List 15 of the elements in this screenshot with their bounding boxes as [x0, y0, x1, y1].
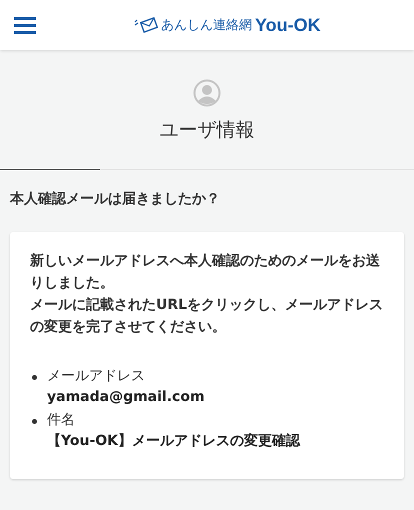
item-value: yamada@gmail.com	[47, 388, 205, 407]
page-title: ユーザ情報	[160, 118, 254, 143]
bullet-icon	[32, 375, 37, 380]
bullet-icon	[32, 419, 37, 424]
user-icon	[193, 79, 221, 107]
logo-brand: You-OK	[255, 14, 321, 36]
envelope-icon	[134, 17, 158, 33]
question-heading: 本人確認メールは届きましたか？	[8, 190, 221, 209]
item-value: 【You-OK】メールアドレスの変更確認	[47, 432, 300, 451]
logo-text: あんしん連絡網	[161, 17, 252, 34]
message-text: 新しいメールアドレスへ本人確認のためのメールをお送りしました。	[30, 252, 381, 293]
item-label: 件名	[47, 411, 76, 430]
menu-button[interactable]	[14, 16, 36, 34]
message-text: メールに記載されたURLをクリックし、メールアドレスの変更を完了させてください。	[30, 296, 384, 337]
item-label: メールアドレス	[47, 367, 146, 386]
